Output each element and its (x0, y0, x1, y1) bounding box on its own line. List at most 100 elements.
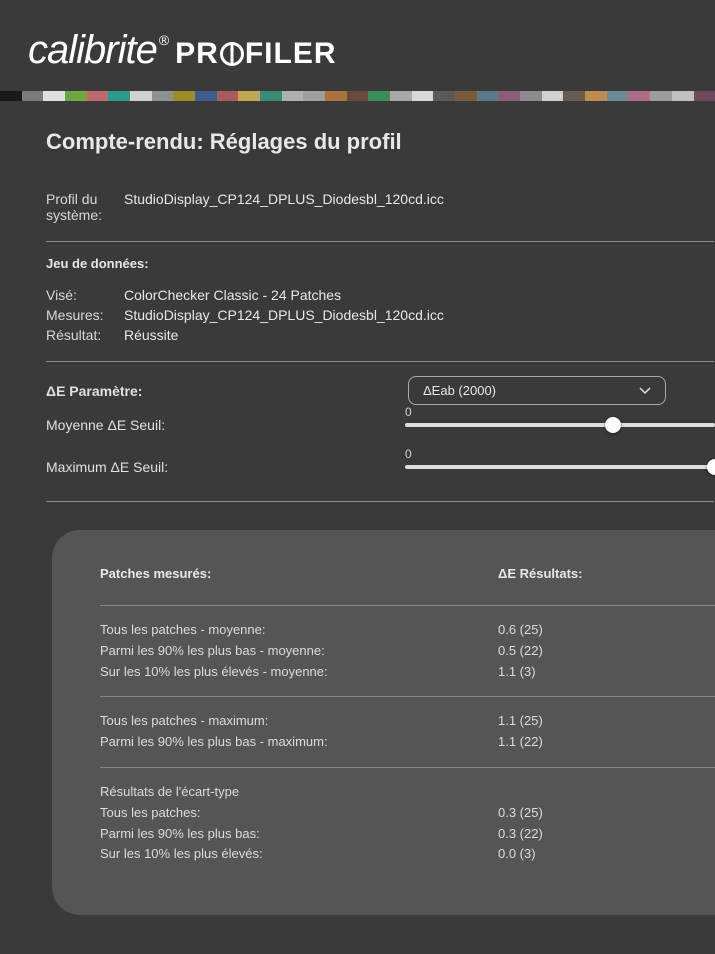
logo-registered: ® (159, 32, 169, 48)
color-swatch (238, 91, 260, 101)
app-logo: calibrite ® PRFILER (0, 0, 715, 91)
divider (46, 501, 714, 502)
avg-threshold-label: Moyenne ΔE Seuil: (46, 417, 405, 433)
result-row: Sur les 10% les plus élevés:0.0 (3) (100, 844, 715, 865)
result-row: Résultat: Réussite (46, 327, 715, 343)
system-profile-row: Profil du système: StudioDisplay_CP124_D… (46, 191, 715, 223)
divider (46, 361, 714, 362)
result-label: Tous les patches - maximum: (100, 711, 498, 732)
result-label: Tous les patches: (100, 803, 498, 824)
avg-threshold-slider[interactable] (405, 423, 715, 427)
result-value: 1.1 (25) (498, 711, 543, 732)
color-swatch (607, 91, 629, 101)
color-swatch (520, 91, 542, 101)
result-label: Résultats de l'écart-type (100, 782, 498, 803)
measures-row: Mesures: StudioDisplay_CP124_DPLUS_Diode… (46, 307, 715, 323)
color-swatch (585, 91, 607, 101)
result-row: Tous les patches - maximum:1.1 (25) (100, 711, 715, 732)
color-swatch (455, 91, 477, 101)
color-bar (0, 91, 715, 101)
result-value: 0.0 (3) (498, 844, 536, 865)
result-label: Parmi les 90% les plus bas: (100, 824, 498, 845)
color-swatch (412, 91, 434, 101)
result-row: Parmi les 90% les plus bas:0.3 (22) (100, 824, 715, 845)
color-swatch (303, 91, 325, 101)
max-threshold-label: Maximum ΔE Seuil: (46, 459, 405, 475)
color-swatch (65, 91, 87, 101)
results-header-left: Patches mesurés: (100, 566, 498, 581)
result-label: Tous les patches - moyenne: (100, 620, 498, 641)
de-param-select[interactable]: ΔEab (2000) (408, 376, 666, 405)
color-swatch (650, 91, 672, 101)
results-block: Résultats de l'écart-typeTous les patche… (100, 767, 715, 879)
page-title: Compte-rendu: Réglages du profil (46, 129, 715, 155)
logo-brand: calibrite (28, 28, 157, 73)
result-label: Sur les 10% les plus élevés: (100, 844, 498, 865)
result-row: Tous les patches:0.3 (25) (100, 803, 715, 824)
measures-value: StudioDisplay_CP124_DPLUS_Diodesbl_120cd… (124, 307, 444, 323)
color-swatch (694, 91, 715, 101)
color-swatch (433, 91, 455, 101)
color-swatch (87, 91, 109, 101)
result-value: Réussite (124, 327, 178, 343)
result-row: Résultats de l'écart-type (100, 782, 715, 803)
result-row: Parmi les 90% les plus bas - moyenne:0.5… (100, 641, 715, 662)
color-swatch (542, 91, 564, 101)
result-label: Parmi les 90% les plus bas - maximum: (100, 732, 498, 753)
result-row: Sur les 10% les plus élevés - moyenne:1.… (100, 662, 715, 683)
color-swatch (22, 91, 44, 101)
max-threshold-thumb[interactable] (707, 459, 715, 475)
color-swatch (368, 91, 390, 101)
de-param-label: ΔE Paramètre: (46, 383, 408, 399)
color-swatch (282, 91, 304, 101)
max-threshold-min: 0 (405, 447, 412, 461)
results-block: Tous les patches - maximum:1.1 (25)Parmi… (100, 696, 715, 767)
results-panel: Patches mesurés: ΔE Résultats: Tous les … (52, 530, 715, 915)
measures-label: Mesures: (46, 307, 124, 323)
color-swatch (498, 91, 520, 101)
result-label: Résultat: (46, 327, 124, 343)
color-swatch (195, 91, 217, 101)
color-swatch (390, 91, 412, 101)
avg-threshold-thumb[interactable] (605, 417, 621, 433)
color-swatch (325, 91, 347, 101)
results-block: Tous les patches - moyenne:0.6 (25)Parmi… (100, 605, 715, 696)
result-value: 0.3 (25) (498, 803, 543, 824)
target-value: ColorChecker Classic - 24 Patches (124, 287, 341, 303)
logo-product: PRFILER (175, 37, 336, 71)
color-swatch (217, 91, 239, 101)
chevron-down-icon (639, 387, 651, 395)
system-profile-value: StudioDisplay_CP124_DPLUS_Diodesbl_120cd… (124, 191, 444, 223)
dataset-section-label: Jeu de données: (46, 256, 715, 271)
result-value: 0.6 (25) (498, 620, 543, 641)
divider (46, 241, 714, 242)
result-row: Tous les patches - moyenne:0.6 (25) (100, 620, 715, 641)
max-threshold-slider[interactable] (405, 465, 715, 469)
result-value: 1.1 (3) (498, 662, 536, 683)
system-profile-label: Profil du système: (46, 191, 124, 223)
color-swatch (672, 91, 694, 101)
color-swatch (108, 91, 130, 101)
result-row: Parmi les 90% les plus bas - maximum:1.1… (100, 732, 715, 753)
color-swatch (628, 91, 650, 101)
color-swatch (477, 91, 499, 101)
result-value: 1.1 (22) (498, 732, 543, 753)
results-header: Patches mesurés: ΔE Résultats: (100, 566, 715, 581)
color-swatch (130, 91, 152, 101)
color-swatch (43, 91, 65, 101)
color-swatch (0, 91, 22, 101)
result-value: 0.3 (22) (498, 824, 543, 845)
result-value: 0.5 (22) (498, 641, 543, 662)
de-param-select-value: ΔEab (2000) (423, 383, 496, 398)
color-swatch (173, 91, 195, 101)
color-swatch (563, 91, 585, 101)
color-swatch (347, 91, 369, 101)
results-header-right: ΔE Résultats: (498, 566, 582, 581)
avg-threshold-min: 0 (405, 405, 412, 419)
target-label: Visé: (46, 287, 124, 303)
result-label: Parmi les 90% les plus bas - moyenne: (100, 641, 498, 662)
color-swatch (152, 91, 174, 101)
color-swatch (260, 91, 282, 101)
result-label: Sur les 10% les plus élevés - moyenne: (100, 662, 498, 683)
target-row: Visé: ColorChecker Classic - 24 Patches (46, 287, 715, 303)
